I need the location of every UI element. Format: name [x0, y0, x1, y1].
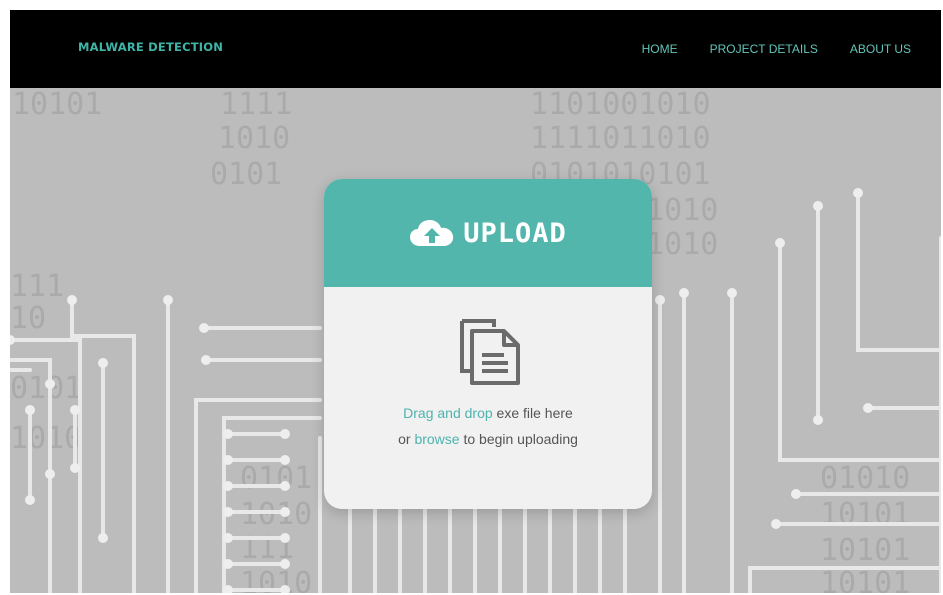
binary-text: 1010	[240, 497, 312, 532]
documents-icon[interactable]	[458, 317, 522, 385]
brand-title[interactable]: MALWARE DETECTION	[78, 40, 223, 54]
upload-title: UPLOAD	[463, 217, 567, 249]
binary-text: 111	[10, 269, 64, 304]
binary-text: 0101	[240, 461, 312, 496]
nav-home-link[interactable]: HOME	[642, 42, 678, 56]
drop-instruction-prefix: or	[398, 431, 415, 447]
cloud-upload-icon	[409, 218, 455, 248]
binary-text: 1010	[10, 421, 82, 456]
browse-link[interactable]: browse	[414, 431, 459, 447]
binary-text: 1010	[218, 121, 290, 156]
binary-text: 10101	[820, 533, 910, 568]
binary-text: 1111011010	[530, 121, 711, 156]
binary-text: 0101	[210, 157, 282, 192]
binary-text: 1101001010	[530, 88, 711, 122]
drop-instruction-text: exe file here	[492, 405, 573, 421]
page-frame: MALWARE DETECTION HOME PROJECT DETAILS A…	[10, 10, 941, 593]
binary-text: 10101	[820, 566, 910, 593]
binary-text: 10101	[820, 497, 910, 532]
drop-instruction-line2: or browse to begin uploading	[324, 431, 652, 447]
binary-text: 10	[10, 301, 46, 336]
upload-card-header: UPLOAD	[324, 179, 652, 287]
nav-links: HOME PROJECT DETAILS ABOUT US	[642, 42, 911, 56]
nav-about-us-link[interactable]: ABOUT US	[850, 42, 911, 56]
binary-text: 01010	[820, 461, 910, 496]
top-navbar: MALWARE DETECTION HOME PROJECT DETAILS A…	[10, 10, 941, 88]
binary-text: 10101	[12, 88, 102, 122]
binary-text: 1111	[220, 88, 292, 122]
drop-instruction-line1: Drag and drop exe file here	[324, 405, 652, 421]
upload-card[interactable]: UPLOAD Drag and drop exe file here or br…	[324, 179, 652, 509]
drag-and-drop-link[interactable]: Drag and drop	[403, 405, 493, 421]
nav-project-details-link[interactable]: PROJECT DETAILS	[710, 42, 818, 56]
binary-text: 0101	[10, 371, 82, 406]
drop-instruction-suffix: to begin uploading	[459, 431, 578, 447]
